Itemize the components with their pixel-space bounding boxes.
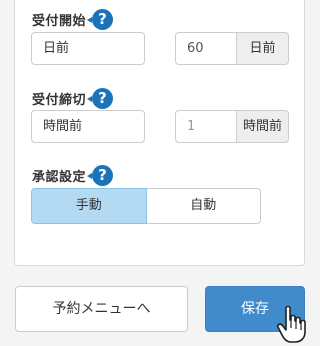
reception-end-number-group: 1 時間前 <box>175 110 289 143</box>
help-icon[interactable]: ? <box>87 164 114 186</box>
reception-start-number-group: 60 日前 <box>175 32 289 65</box>
help-icon[interactable]: ? <box>87 87 114 109</box>
approval-manual-button[interactable]: 手動 <box>31 188 147 224</box>
approval-auto-button[interactable]: 自動 <box>146 188 261 224</box>
reception-start-unit-addon: 日前 <box>236 32 289 65</box>
approval-toggle: 手動 自動 <box>31 188 261 224</box>
reception-start-number-input[interactable]: 60 <box>175 32 236 65</box>
reception-end-number-input[interactable]: 1 <box>175 110 236 143</box>
hand-pointer-icon <box>277 305 306 343</box>
approval-label-row: 承認設定 ? <box>32 164 114 186</box>
reception-end-label: 受付締切 <box>32 92 87 108</box>
reception-end-unit-select[interactable]: 時間前 <box>31 110 145 143</box>
reception-start-label-row: 受付開始 ? <box>32 8 114 30</box>
reception-start-unit-select[interactable]: 日前 <box>31 32 145 65</box>
reception-end-unit-addon: 時間前 <box>236 110 289 143</box>
reception-start-label: 受付開始 <box>32 13 87 29</box>
back-to-reservation-menu-button[interactable]: 予約メニューへ <box>15 286 188 332</box>
help-icon[interactable]: ? <box>87 8 114 30</box>
reception-end-label-row: 受付締切 ? <box>32 87 114 109</box>
approval-label: 承認設定 <box>32 169 87 185</box>
